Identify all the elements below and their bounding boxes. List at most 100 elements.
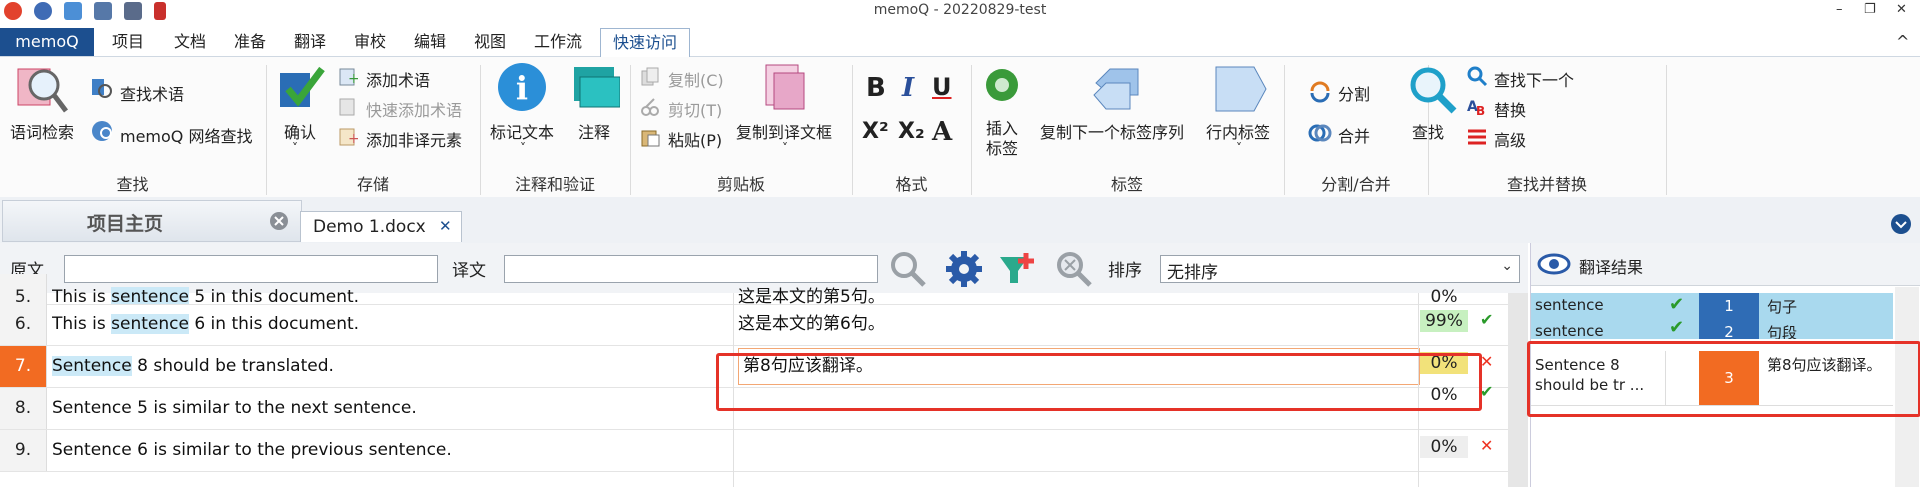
- confirmed-check-icon: ✔: [1480, 382, 1494, 401]
- superscript-button[interactable]: X²: [862, 119, 889, 144]
- tab-list-dropdown-icon[interactable]: [1890, 213, 1912, 235]
- table-row[interactable]: 6. This is sentence 6 in this document. …: [0, 304, 1510, 346]
- underline-button[interactable]: U: [932, 73, 952, 101]
- target-cell[interactable]: 这是本文的第5句。: [738, 274, 1418, 304]
- magnifier-icon: [1410, 67, 1457, 114]
- source-text: This is: [52, 314, 112, 334]
- lookup-term-button[interactable]: 语词检索: [10, 119, 74, 143]
- add-nontranslatable-button[interactable]: 添加非译元素: [366, 127, 462, 151]
- tab-memoq[interactable]: memoQ: [0, 28, 94, 56]
- target-cell[interactable]: [738, 430, 1418, 471]
- copy-to-target-dropdown-icon[interactable]: ˅: [782, 141, 788, 155]
- term-highlight: sentence: [111, 287, 189, 304]
- source-text: 8 should be translated.: [131, 356, 334, 376]
- result-target: 句段: [1767, 324, 1798, 339]
- ribbon-tab-bar: memoQ 项目 文档 准备 翻译 审校 编辑 视图 工作流 快速访问 ^: [0, 28, 1920, 58]
- tab-project[interactable]: 项目: [108, 28, 148, 56]
- tab-view[interactable]: 视图: [470, 28, 510, 56]
- cut-button[interactable]: 剪切(T): [668, 97, 722, 121]
- change-case-button[interactable]: A: [932, 117, 952, 147]
- term-check-icon: ✔: [1669, 319, 1685, 338]
- close-tab-icon[interactable]: [269, 211, 289, 231]
- source-cell[interactable]: This is sentence 5 in this document.: [52, 274, 732, 304]
- add-term-icon: +: [339, 68, 358, 87]
- result-row[interactable]: sentence ✔ 2 句段: [1531, 319, 1893, 339]
- join-button[interactable]: 合并: [1338, 123, 1370, 147]
- close-document-tab-icon[interactable]: ✕: [439, 217, 452, 235]
- tab-prepare[interactable]: 准备: [230, 28, 270, 56]
- mark-text-dropdown-icon[interactable]: ˅: [520, 141, 526, 155]
- bold-button[interactable]: B: [866, 73, 886, 103]
- mark-text-button[interactable]: 标记文本: [490, 119, 554, 143]
- find-term-button[interactable]: 查找术语: [120, 81, 184, 105]
- source-text: 6 in this document.: [188, 314, 360, 334]
- result-row[interactable]: sentence ✔ 1 句子: [1531, 293, 1893, 319]
- copy-next-tag-icon: [1093, 68, 1139, 110]
- error-x-icon: ✕: [1480, 352, 1494, 371]
- row-number: 8.: [0, 388, 47, 429]
- copy-button[interactable]: 复制(C): [668, 67, 724, 91]
- vertical-scrollbar[interactable]: [1508, 293, 1528, 487]
- group-label-find: 查找: [116, 175, 149, 194]
- find-next-button[interactable]: 查找下一个: [1494, 67, 1574, 91]
- inline-tag-dropdown-icon[interactable]: ˅: [1236, 141, 1242, 155]
- source-text: 5 in this document.: [188, 287, 360, 304]
- tab-document[interactable]: 文档: [170, 28, 210, 56]
- insert-tag-button[interactable]: 插入 标签: [986, 119, 1018, 159]
- copy-next-tag-button[interactable]: 复制下一个标签序列: [1040, 119, 1184, 143]
- tab-workflow[interactable]: 工作流: [530, 28, 586, 56]
- close-button[interactable]: ✕: [1896, 2, 1907, 17]
- translation-grid: 5. This is sentence 5 in this document. …: [0, 274, 1528, 487]
- tab-translate[interactable]: 翻译: [290, 28, 330, 56]
- target-cell[interactable]: 这是本文的第6句。: [738, 304, 1418, 345]
- restore-button[interactable]: ❐: [1864, 2, 1876, 17]
- annotation-red-box: [1527, 341, 1920, 417]
- table-row[interactable]: 5. This is sentence 5 in this document. …: [0, 274, 1510, 307]
- minimize-button[interactable]: –: [1836, 2, 1843, 17]
- confirm-icon: [280, 66, 325, 107]
- find-button[interactable]: 查找: [1412, 119, 1444, 143]
- info-icon: i: [498, 63, 546, 111]
- subscript-button[interactable]: X₂: [898, 119, 925, 144]
- tab-demo-document[interactable]: Demo 1.docx ✕: [300, 211, 462, 242]
- eye-icon: [1537, 253, 1571, 275]
- advanced-icon: [1468, 129, 1486, 145]
- quick-add-term-button[interactable]: 快速添加术语: [366, 97, 462, 121]
- tab-edit[interactable]: 编辑: [410, 28, 450, 56]
- copy-to-target-button[interactable]: 复制到译文框: [736, 119, 832, 143]
- add-term-button[interactable]: 添加术语: [366, 67, 430, 91]
- replace-icon: AB: [1467, 99, 1485, 117]
- source-cell[interactable]: Sentence 5 is similar to the next senten…: [52, 388, 732, 429]
- title-bar: memoQ - 20220829-test – ❐ ✕: [0, 0, 1920, 22]
- result-index: 1: [1699, 293, 1759, 319]
- group-label-format: 格式: [895, 175, 928, 194]
- inline-tag-button[interactable]: 行内标签: [1206, 119, 1270, 143]
- table-row[interactable]: 9. Sentence 6 is similar to the previous…: [0, 430, 1510, 472]
- window-title: memoQ - 20220829-test: [873, 2, 1047, 18]
- web-search-icon: [92, 121, 112, 141]
- source-cell[interactable]: Sentence 6 is similar to the previous se…: [52, 430, 732, 471]
- split-button[interactable]: 分割: [1338, 81, 1370, 105]
- tab-quick-access[interactable]: 快速访问: [600, 28, 691, 58]
- row-number: 9.: [0, 430, 47, 471]
- source-cell[interactable]: This is sentence 6 in this document.: [52, 304, 732, 345]
- source-cell[interactable]: Sentence 8 should be translated.: [52, 346, 732, 387]
- add-nontranslatable-icon: +: [339, 128, 358, 147]
- translation-results-pane: 翻译结果 sentence ✔ 1 句子 sentence ✔ 2 句段 Sen…: [1527, 243, 1920, 487]
- paste-button[interactable]: 粘贴(P): [668, 127, 722, 151]
- results-title: 翻译结果: [1579, 258, 1644, 277]
- tab-project-home[interactable]: 项目主页: [2, 200, 302, 242]
- error-x-icon: ✕: [1480, 436, 1494, 455]
- confirm-button[interactable]: 确认: [284, 119, 316, 143]
- web-search-button[interactable]: memoQ 网络查找: [120, 123, 253, 147]
- ribbon: 语词检索 查找术语 memoQ 网络查找 查找 确认 ˅ + 添加术语 快速添加…: [0, 57, 1920, 198]
- replace-button[interactable]: 替换: [1494, 97, 1526, 121]
- copy-to-target-icon: [765, 64, 805, 110]
- confirm-dropdown-icon[interactable]: ˅: [292, 141, 298, 155]
- comment-button[interactable]: 注释: [578, 119, 610, 143]
- collapse-ribbon-button[interactable]: ^: [1896, 32, 1909, 51]
- advanced-button[interactable]: 高级: [1494, 127, 1526, 151]
- tab-review[interactable]: 审校: [350, 28, 390, 56]
- match-percent: 99%: [1420, 310, 1468, 332]
- italic-button[interactable]: I: [902, 73, 914, 103]
